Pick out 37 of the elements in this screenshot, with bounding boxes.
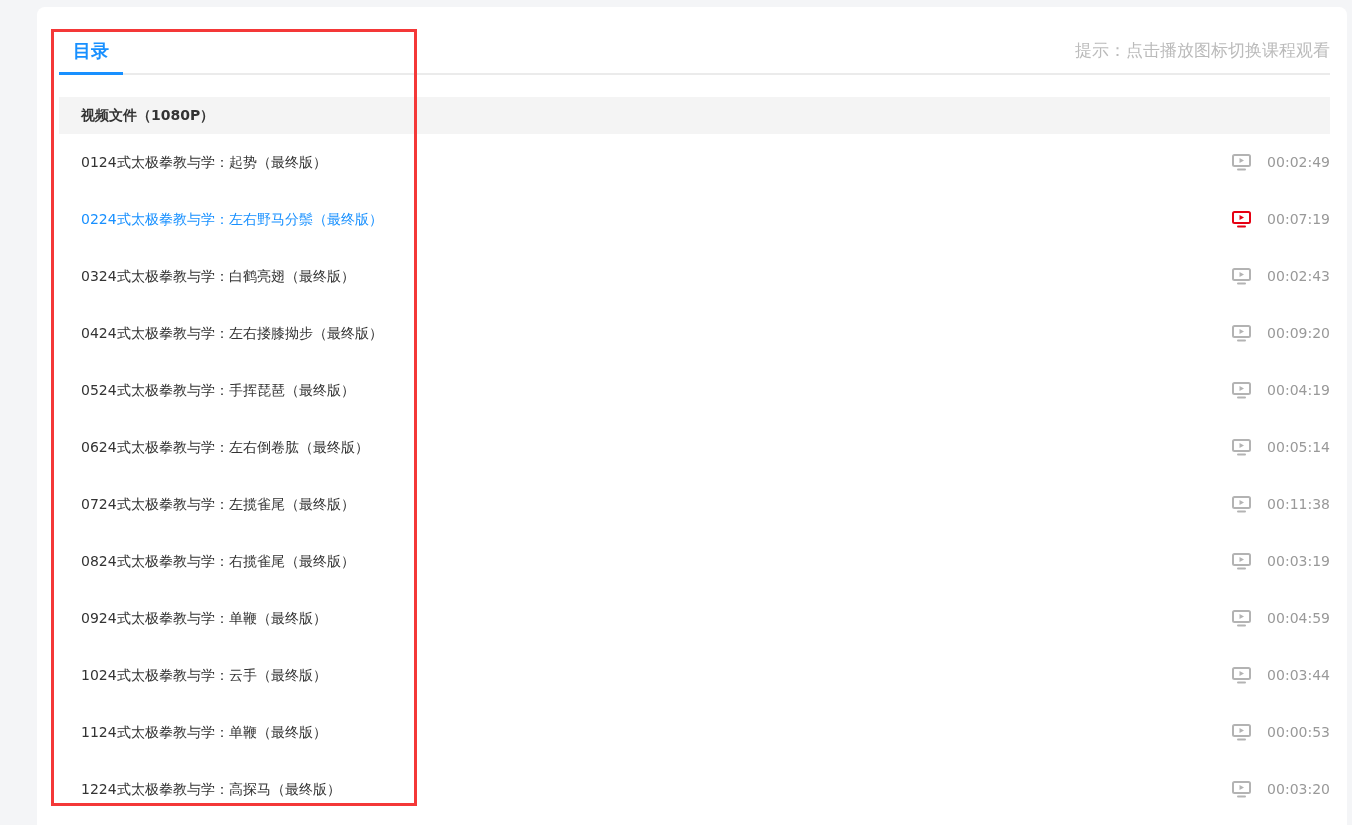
- video-play-icon[interactable]: [1232, 496, 1252, 513]
- duration-text: 00:09:20: [1267, 324, 1330, 343]
- video-play-icon[interactable]: [1232, 781, 1252, 798]
- duration-text: 00:04:59: [1267, 609, 1330, 628]
- duration-text: 00:07:19: [1267, 210, 1330, 229]
- video-play-icon[interactable]: [1232, 268, 1252, 285]
- section-title: 视频文件（1080P）: [81, 106, 215, 125]
- lesson-title[interactable]: 0524式太极拳教与学：手挥琵琶（最终版）: [81, 380, 355, 401]
- duration-text: 00:11:38: [1267, 495, 1330, 514]
- lesson-title[interactable]: 1124式太极拳教与学：单鞭（最终版）: [81, 722, 327, 743]
- video-play-icon[interactable]: [1232, 154, 1252, 171]
- lesson-title[interactable]: 0324式太极拳教与学：白鹤亮翅（最终版）: [81, 266, 355, 287]
- duration-text: 00:03:44: [1267, 666, 1330, 685]
- duration-text: 00:04:19: [1267, 381, 1330, 400]
- duration-text: 00:00:53: [1267, 723, 1330, 742]
- duration-text: 00:03:20: [1267, 780, 1330, 799]
- video-play-icon[interactable]: [1232, 667, 1252, 684]
- duration-text: 00:03:19: [1267, 552, 1330, 571]
- video-play-icon[interactable]: [1232, 439, 1252, 456]
- duration-text: 00:02:43: [1267, 267, 1330, 286]
- video-play-icon[interactable]: [1232, 610, 1252, 627]
- lesson-title[interactable]: 0124式太极拳教与学：起势（最终版）: [81, 152, 327, 173]
- lesson-title[interactable]: 1024式太极拳教与学：云手（最终版）: [81, 665, 327, 686]
- lesson-title[interactable]: 0724式太极拳教与学：左揽雀尾（最终版）: [81, 494, 355, 515]
- lesson-title[interactable]: 0424式太极拳教与学：左右搂膝拗步（最终版）: [81, 323, 383, 344]
- video-play-icon[interactable]: [1232, 211, 1252, 228]
- hint-text: 提示：点击播放图标切换课程观看: [1075, 38, 1330, 62]
- video-play-icon[interactable]: [1232, 553, 1252, 570]
- video-play-icon[interactable]: [1232, 382, 1252, 399]
- duration-text: 00:02:49: [1267, 153, 1330, 172]
- video-play-icon[interactable]: [1232, 724, 1252, 741]
- lesson-title[interactable]: 0924式太极拳教与学：单鞭（最终版）: [81, 608, 327, 629]
- lesson-title[interactable]: 0624式太极拳教与学：左右倒卷肱（最终版）: [81, 437, 369, 458]
- duration-text: 00:05:14: [1267, 438, 1330, 457]
- lesson-title[interactable]: 1224式太极拳教与学：高探马（最终版）: [81, 779, 341, 800]
- video-play-icon[interactable]: [1232, 325, 1252, 342]
- lesson-title[interactable]: 0824式太极拳教与学：右揽雀尾（最终版）: [81, 551, 355, 572]
